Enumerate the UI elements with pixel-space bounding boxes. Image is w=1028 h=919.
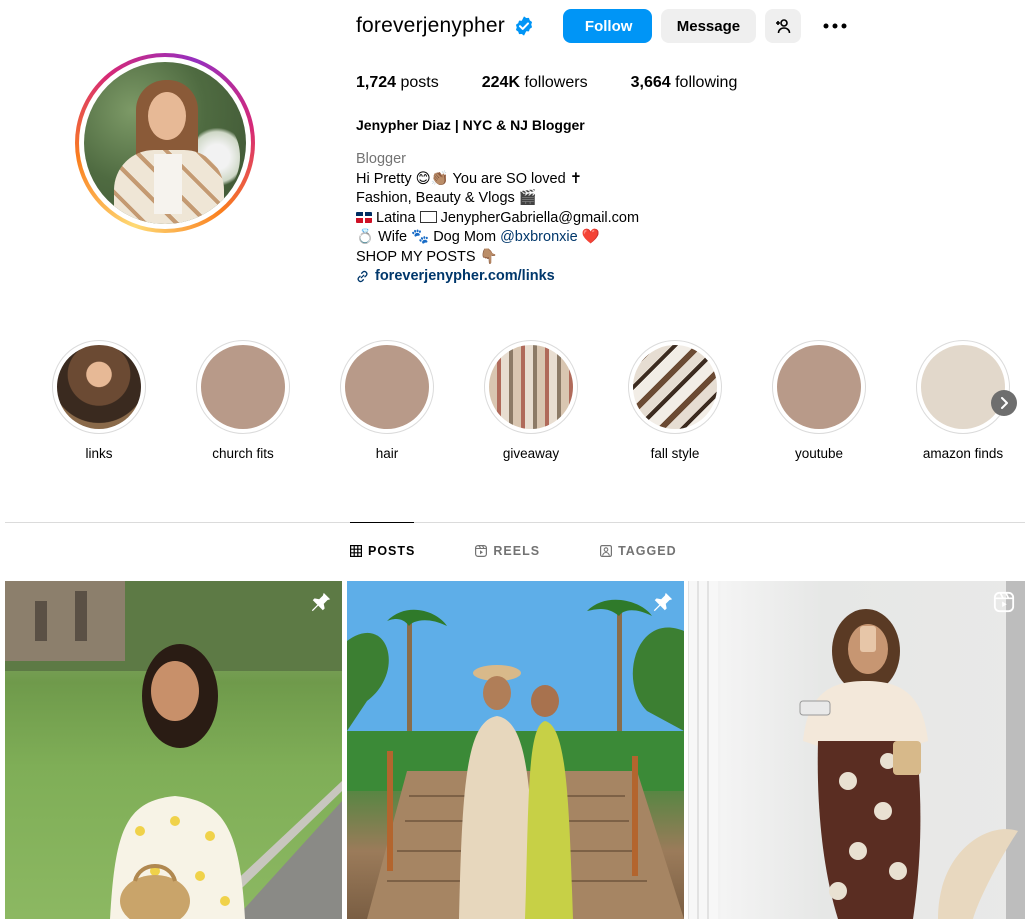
follow-button[interactable]: Follow — [562, 9, 652, 43]
profile-tabs: POSTS REELS TAGGED — [350, 544, 737, 558]
pinned-icon — [653, 592, 673, 612]
post-thumbnail[interactable] — [347, 581, 684, 919]
highlight-cover — [489, 345, 573, 429]
highlight-church-fits[interactable]: church fits — [196, 340, 290, 461]
more-options-button[interactable] — [817, 9, 853, 43]
following-count[interactable]: 3,664 following — [631, 74, 738, 92]
suggested-accounts-button[interactable] — [764, 9, 801, 43]
dominican-flag-icon — [356, 211, 372, 223]
more-dots-icon — [823, 23, 847, 29]
mention-link[interactable]: @bxbronxie — [500, 229, 578, 245]
highlight-cover — [345, 345, 429, 429]
highlight-cover — [633, 345, 717, 429]
category-label: Blogger — [356, 151, 406, 167]
post-image — [5, 581, 342, 919]
highlight-cover — [921, 345, 1005, 429]
bio-line: Fashion, Beauty & Vlogs 🎬 — [356, 190, 537, 206]
tab-tagged[interactable]: TAGGED — [600, 544, 677, 558]
reels-icon — [475, 545, 488, 557]
active-tab-indicator — [350, 522, 414, 523]
message-button[interactable]: Message — [660, 9, 756, 43]
post-thumbnail[interactable] — [688, 581, 1025, 919]
bio-line: Latina JenypherGabriella@gmail.com — [356, 209, 639, 229]
username: foreverjenypher — [356, 14, 505, 37]
highlight-cover — [57, 345, 141, 429]
highlights-next-button[interactable] — [991, 390, 1017, 416]
post-thumbnail[interactable] — [5, 581, 342, 919]
verified-badge-icon — [515, 16, 532, 36]
highlight-cover — [201, 345, 285, 429]
link-icon — [357, 271, 368, 283]
profile-stats: 1,724 posts 224K followers 3,664 followi… — [356, 74, 780, 92]
highlight-cover — [777, 345, 861, 429]
avatar-image — [84, 62, 246, 224]
post-image — [347, 581, 684, 919]
pinned-icon — [311, 592, 331, 612]
highlight-links[interactable]: links — [52, 340, 146, 461]
highlight-giveaway[interactable]: giveaway — [484, 340, 578, 461]
chevron-right-icon — [1001, 397, 1008, 409]
post-image — [688, 581, 1025, 919]
bio-line: Hi Pretty 😊👏🏽 You are SO loved ✝ — [356, 170, 582, 187]
envelope-icon — [419, 210, 437, 223]
highlight-hair[interactable]: hair — [340, 340, 434, 461]
story-highlights: links church fits hair giveaway fall sty… — [52, 340, 1028, 470]
tagged-icon — [600, 545, 613, 557]
reel-icon — [993, 591, 1015, 613]
profile-link[interactable]: foreverjenypher.com/links — [356, 267, 639, 287]
tab-posts[interactable]: POSTS — [350, 544, 415, 558]
profile-avatar[interactable] — [75, 53, 255, 233]
highlight-youtube[interactable]: youtube — [772, 340, 866, 461]
bio-line: 💍 Wife 🐾 Dog Mom @bxbronxie ❤️ — [356, 229, 600, 245]
grid-icon — [350, 545, 362, 557]
full-name: Jenypher Diaz | NYC & NJ Blogger — [356, 117, 585, 133]
highlight-fall-style[interactable]: fall style — [628, 340, 722, 461]
bio-line: SHOP MY POSTS 👇🏽 — [356, 248, 498, 265]
followers-count[interactable]: 224K followers — [482, 74, 588, 92]
posts-count: 1,724 posts — [356, 74, 439, 91]
tab-reels[interactable]: REELS — [475, 544, 540, 558]
profile-header-row: foreverjenypher Follow Message — [356, 8, 853, 44]
profile-bio: Blogger Hi Pretty 😊👏🏽 You are SO loved ✝… — [356, 150, 639, 287]
add-person-icon — [775, 19, 791, 34]
section-divider — [5, 522, 1025, 523]
